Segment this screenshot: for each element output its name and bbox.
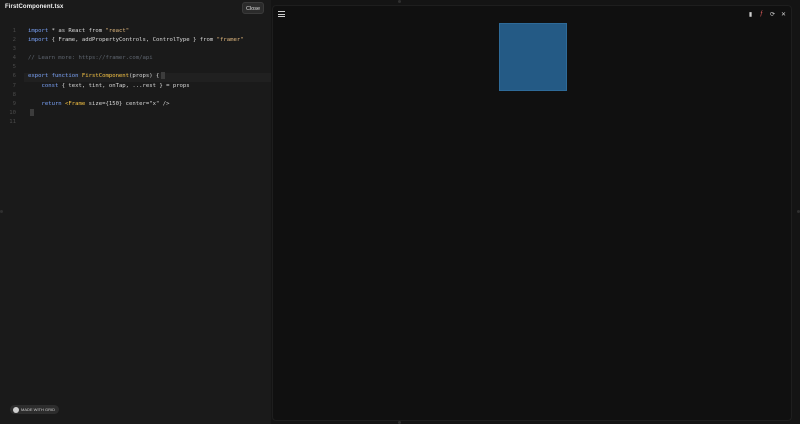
line-number: 5 — [12, 64, 16, 71]
framer-icon[interactable]: ƒ — [758, 11, 765, 18]
line-number: 9 — [12, 100, 16, 107]
line-number: 6 — [12, 73, 16, 80]
line-number: 1 — [12, 28, 16, 34]
code-text: // Learn more: https://framer.com/api — [28, 55, 153, 62]
bracket-match-marker — [30, 108, 34, 116]
hamburger-icon[interactable] — [278, 11, 285, 17]
line-number: 8 — [12, 91, 16, 98]
refresh-icon[interactable]: ⟳ — [769, 11, 776, 18]
file-name: FirstComponent.tsx — [5, 4, 64, 10]
code-line[interactable]: 2 import { Frame, addPropertyControls, Co… — [0, 36, 271, 45]
line-number: 11 — [9, 118, 16, 125]
preview-toolbar: ▮ ƒ ⟳ ✕ — [747, 10, 787, 18]
line-number: 4 — [12, 55, 16, 62]
editor-header: FirstComponent.tsx Close — [0, 0, 271, 16]
code-line[interactable]: 4 // Learn more: https://framer.com/api — [0, 54, 271, 63]
close-button[interactable]: Close — [242, 2, 264, 14]
bracket-match-marker — [161, 72, 166, 80]
top-resize-handle[interactable] — [398, 0, 401, 3]
frame-preview-box[interactable] — [499, 23, 567, 91]
line-number: 3 — [12, 46, 16, 53]
app-window: FirstComponent.tsx Close 1 import * as Re… — [0, 0, 800, 424]
line-number: 10 — [9, 109, 16, 116]
code-text: const { text, tint, onTap, ...rest } = p… — [28, 82, 190, 89]
preview-panel: ▮ ƒ ⟳ ✕ — [272, 5, 792, 421]
code-text: import { Frame, addPropertyControls, Con… — [28, 37, 244, 44]
code-line[interactable]: 3 — [0, 45, 271, 54]
close-icon[interactable]: ✕ — [780, 11, 787, 18]
code-area[interactable]: 1 import * as React from "react" 2 import {… — [0, 27, 271, 127]
code-text: return <Frame size={150} center="x" /> — [28, 100, 170, 107]
made-with-badge[interactable]: MADE WITH GRID — [10, 405, 59, 414]
code-line[interactable]: 9 return <Frame size={150} center="x" /> — [0, 100, 271, 109]
code-text: import * as React from "react" — [28, 28, 130, 34]
left-resize-handle[interactable] — [0, 210, 3, 213]
code-editor-panel: FirstComponent.tsx Close 1 import * as Re… — [0, 0, 271, 424]
code-line[interactable]: 10 — [0, 108, 271, 118]
line-number: 2 — [12, 37, 16, 44]
file-icon[interactable]: ▮ — [747, 11, 754, 18]
code-line[interactable]: 8 — [0, 91, 271, 100]
code-line[interactable]: 5 — [0, 63, 271, 72]
code-text — [28, 108, 34, 118]
code-line[interactable]: 7 const { text, tint, onTap, ...rest } =… — [0, 82, 271, 91]
line-number: 7 — [12, 82, 16, 89]
code-text: export function FirstComponent(props) { — [28, 72, 166, 81]
grid-logo-icon — [13, 406, 19, 413]
code-line[interactable]: 1 import * as React from "react" — [0, 27, 271, 36]
code-line[interactable]: 11 — [0, 118, 271, 127]
made-with-label: MADE WITH GRID — [21, 407, 55, 412]
code-line[interactable]: 6 export function FirstComponent(props) { — [0, 72, 271, 81]
